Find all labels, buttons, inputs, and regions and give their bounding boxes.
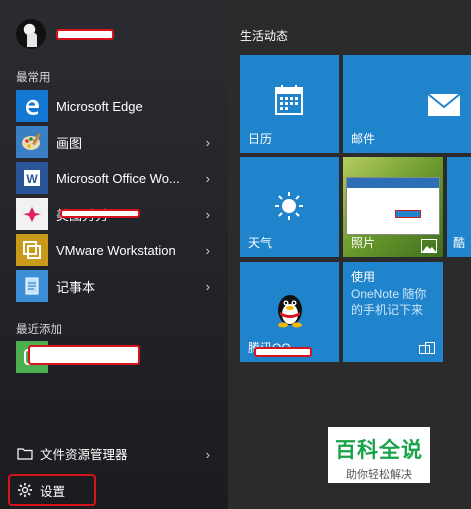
vmware-icon bbox=[16, 234, 48, 266]
calendar-icon bbox=[275, 85, 303, 115]
chevron-right-icon[interactable]: › bbox=[206, 171, 210, 186]
app-label-paint: 画图 bbox=[56, 135, 83, 151]
calendar-tile-label: 日历 bbox=[248, 132, 273, 146]
chevron-right-icon[interactable]: › bbox=[206, 447, 210, 462]
app-item-paint[interactable]: 画图 › bbox=[16, 125, 216, 159]
partial-tile-label: 酷 bbox=[453, 236, 466, 250]
file-explorer-label: 文件资源管理器 bbox=[40, 447, 128, 462]
tile-group-title: 生活动态 bbox=[240, 29, 289, 43]
folder-icon bbox=[16, 444, 34, 462]
mail-tile-label: 邮件 bbox=[351, 132, 376, 146]
app-item-vmware[interactable]: VMware Workstation › bbox=[16, 233, 216, 267]
redaction-mark bbox=[28, 345, 140, 365]
svg-text:W: W bbox=[26, 172, 38, 186]
user-name bbox=[56, 28, 114, 40]
mail-tile[interactable]: 邮件 bbox=[343, 55, 471, 153]
app-item-word[interactable]: W Microsoft Office Wo... › bbox=[16, 161, 216, 195]
weather-tile[interactable]: 天气 bbox=[240, 157, 339, 257]
onenote-tile[interactable]: 使用 OneNote 随你 的手机记下来 bbox=[343, 262, 443, 362]
onenote-icon bbox=[419, 342, 435, 354]
avatar bbox=[16, 19, 46, 49]
onenote-tile-line2: 的手机记下来 bbox=[351, 303, 424, 317]
mail-icon bbox=[427, 93, 461, 116]
user-account[interactable] bbox=[16, 18, 114, 50]
app-item-notepad[interactable]: 记事本 › bbox=[16, 269, 216, 303]
sun-icon bbox=[275, 192, 303, 220]
onenote-tile-title: 使用 bbox=[351, 270, 376, 284]
edge-icon bbox=[16, 90, 48, 122]
chevron-right-icon[interactable]: › bbox=[206, 243, 210, 258]
start-menu-app-list: 最常用 Microsoft Edge 画图 › W Microsoft Offi… bbox=[0, 0, 228, 509]
chevron-right-icon[interactable]: › bbox=[206, 279, 210, 294]
file-explorer-item[interactable]: 文件资源管理器 › bbox=[16, 437, 216, 469]
meitu-icon bbox=[16, 198, 48, 230]
photos-tile[interactable]: 照片 bbox=[343, 157, 443, 257]
photo-screenshot-preview bbox=[346, 177, 440, 235]
chevron-right-icon[interactable]: › bbox=[206, 135, 210, 150]
app-item-edge[interactable]: Microsoft Edge bbox=[16, 89, 216, 123]
recent-section-label: 最近添加 bbox=[16, 324, 62, 336]
paint-palette-icon bbox=[16, 126, 48, 158]
calendar-tile[interactable]: 日历 bbox=[240, 55, 339, 153]
onenote-tile-line1: OneNote 随你 bbox=[351, 287, 427, 301]
app-label-edge: Microsoft Edge bbox=[56, 98, 143, 114]
partial-tile[interactable]: 酷 bbox=[447, 157, 471, 257]
watermark-logo: 百科全说 助你轻松解决 bbox=[328, 427, 430, 483]
notepad-icon bbox=[16, 270, 48, 302]
watermark-title: 百科全说 bbox=[335, 439, 423, 462]
app-label-vmware: VMware Workstation bbox=[56, 242, 176, 258]
photos-tile-label: 照片 bbox=[351, 236, 376, 250]
redaction-mark bbox=[60, 209, 140, 218]
weather-tile-label: 天气 bbox=[248, 236, 273, 250]
app-label-notepad: 记事本 bbox=[56, 279, 96, 295]
frequent-section-label: 最常用 bbox=[16, 72, 51, 84]
photo-icon bbox=[421, 239, 437, 253]
chevron-right-icon[interactable]: › bbox=[206, 207, 210, 222]
redaction-mark bbox=[254, 347, 312, 357]
watermark-subtitle: 助你轻松解决 bbox=[346, 469, 412, 481]
qq-penguin-icon bbox=[278, 295, 302, 328]
word-icon: W bbox=[16, 162, 48, 194]
app-label-word: Microsoft Office Wo... bbox=[56, 170, 180, 186]
settings-highlight-box bbox=[8, 474, 96, 506]
